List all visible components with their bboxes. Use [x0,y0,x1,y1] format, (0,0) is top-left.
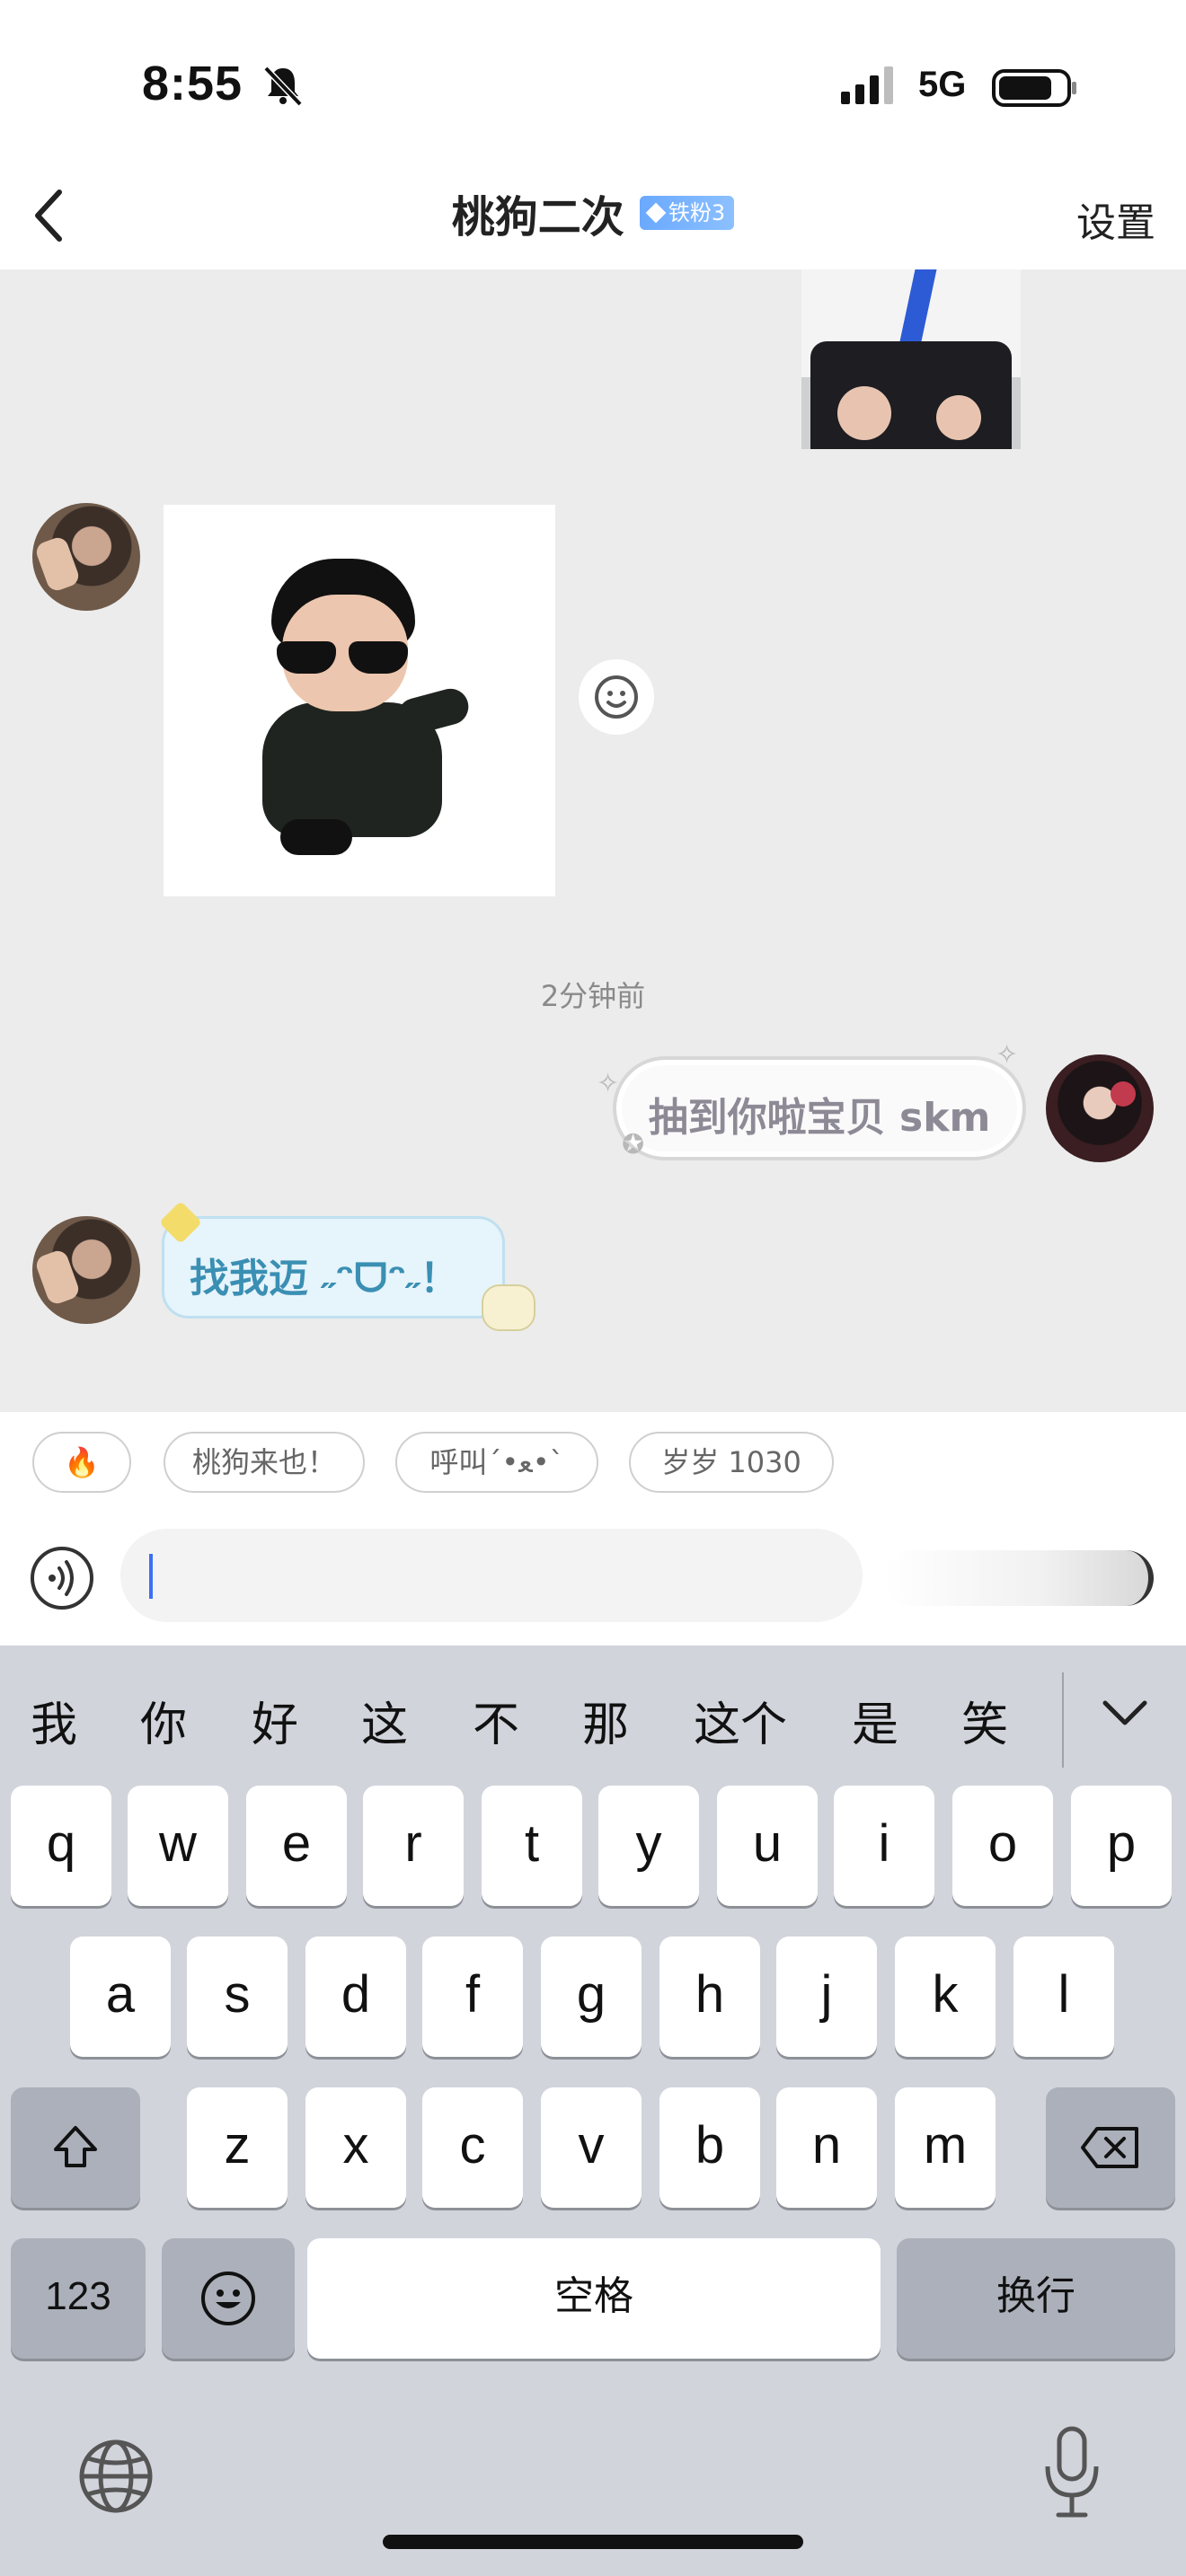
globe-icon[interactable] [75,2436,156,2517]
nav-title-wrap: 桃狗二次 铁粉3 [0,181,1186,244]
lollipop-decoration-icon: ✪ [622,1129,645,1160]
key-e[interactable]: e [246,1786,347,1906]
sparkle-decoration-icon: ✧ [597,1068,620,1099]
message-timestamp: 2分钟前 [540,979,646,1013]
text-caret [149,1554,153,1599]
emoji-smile-icon [595,675,638,719]
fan-level-badge: 铁粉3 [639,196,735,230]
candidate-word[interactable]: 不 [473,1687,519,1754]
key-x[interactable]: x [305,2087,406,2208]
key-o[interactable]: o [952,1786,1053,1906]
candidate-word[interactable]: 好 [252,1687,298,1754]
message-input-row [0,1511,1186,1645]
quick-reply-chip[interactable]: 呼叫´•ﻌ•` [395,1432,598,1493]
key-c[interactable]: c [422,2087,523,2208]
backspace-icon [1081,2127,1138,2168]
numbers-key[interactable]: 123 [11,2238,146,2359]
candidate-word[interactable]: 是 [852,1687,898,1754]
cat-decoration-icon [482,1284,535,1331]
nav-bar: 桃狗二次 铁粉3 设置 [0,162,1186,269]
fan-level-text: 铁粉3 [668,200,726,225]
voice-input-button[interactable] [31,1547,93,1610]
status-bar: 8:55 5G [0,0,1186,162]
outgoing-message-text: 抽到你啦宝贝 skm [648,1095,991,1141]
key-p[interactable]: p [1071,1786,1172,1906]
sound-wave-icon [49,1560,74,1596]
my-avatar[interactable] [1046,1054,1154,1162]
key-w[interactable]: w [128,1786,228,1906]
key-u[interactable]: u [717,1786,818,1906]
candidate-word[interactable]: 这 [361,1687,408,1754]
key-z[interactable]: z [187,2087,288,2208]
signal-icon [841,66,893,104]
candidate-word[interactable]: 那 [582,1687,629,1754]
status-time: 8:55 [142,57,243,110]
quick-reply-chip[interactable]: 桃狗来也！ [164,1432,365,1493]
key-h[interactable]: h [659,1936,760,2057]
key-y[interactable]: y [598,1786,699,1906]
settings-button[interactable]: 设置 [1076,190,1155,248]
home-indicator [383,2535,803,2549]
sticker-image [262,559,473,864]
sender-avatar[interactable] [32,1216,140,1324]
diamond-icon [645,202,667,224]
incoming-message-bubble[interactable]: 找我迈 ˶ᵔᗜᵔ˶！ [162,1216,505,1319]
quick-reply-bar: 🔥 桃狗来也！ 呼叫´•ﻌ•` 岁岁 1030 [0,1412,1186,1511]
space-key[interactable]: 空格 [307,2238,881,2359]
backspace-key[interactable] [1046,2087,1175,2208]
sparkle-decoration-icon: ✧ [996,1039,1019,1071]
emoji-key[interactable] [162,2238,295,2359]
key-k[interactable]: k [895,1936,996,2057]
outgoing-message-bubble[interactable]: 抽到你啦宝贝 skm [613,1056,1026,1160]
chevron-down-icon[interactable] [1098,1690,1152,1735]
message-text-input[interactable] [120,1529,863,1622]
chat-title: 桃狗二次 [451,192,624,243]
battery-icon [992,69,1076,107]
key-d[interactable]: d [305,1936,406,2057]
key-m[interactable]: m [895,2087,996,2208]
key-s[interactable]: s [187,1936,288,2057]
candidate-word[interactable]: 你 [140,1687,187,1754]
incoming-message-text: 找我迈 ˶ᵔᗜᵔ˶！ [190,1256,460,1301]
candidate-bar: 我 你 好 这 不 那 这个 是 笑 [0,1645,1186,1780]
quick-reply-chip[interactable]: 🔥 [32,1432,131,1493]
key-f[interactable]: f [422,1936,523,2057]
microphone-icon[interactable] [1042,2425,1102,2524]
keyboard: 我 你 好 这 不 那 这个 是 笑 q w e r t y u i o p a… [0,1645,1186,2576]
key-t[interactable]: t [482,1786,582,1906]
key-r[interactable]: r [363,1786,464,1906]
shift-key[interactable] [11,2087,140,2208]
key-l[interactable]: l [1013,1936,1114,2057]
candidate-divider [1062,1672,1064,1768]
shared-photo-message[interactable] [801,269,1021,449]
send-button[interactable] [884,1550,1154,1606]
key-a[interactable]: a [70,1936,171,2057]
bell-muted-icon [263,66,303,107]
chat-area[interactable]: 2分钟前 抽到你啦宝贝 skm ✧ ✧ ✪ 找我迈 ˶ᵔᗜᵔ˶！ [0,269,1186,1412]
candidate-word[interactable]: 这个 [694,1687,787,1754]
network-label: 5G [918,65,967,104]
quick-reply-chip[interactable]: 岁岁 1030 [629,1432,834,1493]
return-key[interactable]: 换行 [897,2238,1175,2359]
key-b[interactable]: b [659,2087,760,2208]
sticker-message[interactable] [164,505,555,896]
key-i[interactable]: i [834,1786,934,1906]
key-n[interactable]: n [776,2087,877,2208]
key-v[interactable]: v [541,2087,642,2208]
key-g[interactable]: g [541,1936,642,2057]
key-j[interactable]: j [776,1936,877,2057]
shift-arrow-icon [54,2126,97,2167]
emoji-face-icon [201,2272,255,2325]
candidate-word[interactable]: 笑 [961,1687,1008,1754]
sender-avatar[interactable] [32,503,140,611]
candidate-word[interactable]: 我 [31,1687,77,1754]
key-q[interactable]: q [11,1786,111,1906]
emoji-reaction-button[interactable] [579,659,654,735]
